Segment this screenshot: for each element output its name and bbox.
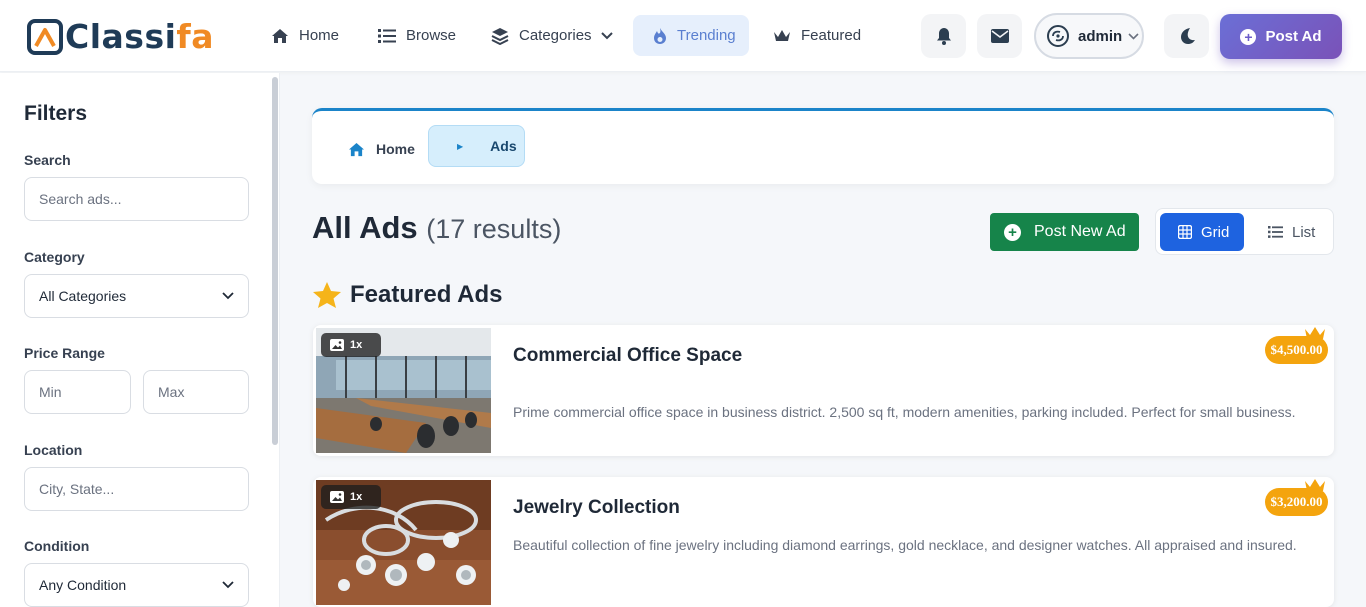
layers-icon [491, 27, 509, 45]
breadcrumb-home-label: Home [376, 141, 415, 157]
ad-description: Prime commercial office space in busines… [513, 404, 1296, 420]
category-value: All Categories [39, 288, 127, 304]
price-min-input[interactable]: Min [24, 370, 131, 414]
view-toggle: Grid List [1155, 208, 1334, 255]
home-icon [349, 142, 364, 156]
nav-featured-label: Featured [801, 27, 862, 44]
chevron-down-icon [222, 292, 234, 300]
list-icon [378, 28, 396, 43]
search-input[interactable]: Search ads... [24, 177, 249, 221]
price-range-label: Price Range [24, 345, 105, 361]
user-menu-button[interactable]: admin [1034, 13, 1144, 59]
post-new-ad-button[interactable]: + Post New Ad [990, 213, 1139, 251]
condition-select[interactable]: Any Condition [24, 563, 249, 607]
ad-description: Beautiful collection of fine jewelry inc… [513, 537, 1297, 553]
nav-categories[interactable]: Categories [491, 15, 613, 56]
location-input[interactable]: City, State... [24, 467, 249, 511]
logo-text: Classifa [65, 17, 215, 56]
grid-view-label: Grid [1201, 223, 1230, 241]
nav-categories-label: Categories [519, 27, 592, 44]
search-label: Search [24, 152, 71, 168]
location-label: Location [24, 442, 83, 458]
crown-icon [774, 29, 790, 41]
featured-ads-title: Featured Ads [350, 281, 503, 308]
home-icon [272, 28, 288, 43]
page-title-text: All Ads [312, 210, 418, 245]
nav-browse[interactable]: Browse [378, 15, 456, 56]
ad-title[interactable]: Commercial Office Space [513, 345, 742, 367]
chevron-down-icon [600, 31, 613, 39]
search-placeholder: Search ads... [39, 191, 122, 207]
list-view-button[interactable]: List [1268, 213, 1315, 251]
list-view-label: List [1292, 223, 1316, 241]
envelope-icon [990, 29, 1009, 43]
ad-card[interactable]: 1x Commercial Office Space Prime commerc… [313, 325, 1334, 456]
image-count-badge: 1x [321, 485, 381, 509]
nav-browse-label: Browse [406, 27, 457, 44]
username-label: admin [1078, 27, 1123, 45]
post-new-ad-label: Post New Ad [1034, 223, 1126, 240]
price-badge: $3,200.00 [1265, 488, 1328, 516]
grid-icon [1178, 225, 1192, 239]
condition-label: Condition [24, 538, 90, 554]
results-count: (17 results) [426, 214, 562, 244]
notifications-button[interactable] [921, 14, 966, 58]
category-select[interactable]: All Categories [24, 274, 249, 318]
dark-mode-toggle[interactable] [1164, 14, 1209, 58]
nav-trending-label: Trending [677, 27, 736, 44]
nav-trending[interactable]: Trending [633, 15, 749, 56]
sidebar-scrollbar[interactable] [272, 77, 278, 445]
post-ad-label: Post Ad [1265, 28, 1322, 45]
user-avatar-icon [1052, 30, 1064, 42]
bell-icon [936, 28, 951, 45]
breadcrumb-home[interactable]: Home [348, 129, 415, 169]
star-icon [313, 282, 341, 308]
page-title: All Ads (17 results) [312, 210, 561, 246]
image-count: 1x [350, 339, 363, 351]
caret-right-icon: ▶ [457, 141, 464, 151]
logo-mark-icon [27, 19, 63, 55]
price-min-placeholder: Min [39, 384, 62, 400]
grid-view-button[interactable]: Grid [1160, 213, 1244, 251]
category-label: Category [24, 249, 85, 265]
nav-featured[interactable]: Featured [773, 15, 861, 56]
nav-home-label: Home [299, 27, 340, 44]
image-count-badge: 1x [321, 333, 381, 357]
breadcrumb-current-label: Ads [490, 138, 517, 154]
chevron-down-icon [222, 581, 234, 589]
featured-ads-heading: Featured Ads [312, 278, 502, 312]
images-icon [330, 339, 344, 351]
avatar [1047, 25, 1069, 47]
top-navbar: Classifa Home Browse Categories Trending… [0, 0, 1366, 72]
image-count: 1x [350, 491, 363, 503]
price-max-placeholder: Max [158, 384, 185, 400]
images-icon [330, 491, 344, 503]
site-logo[interactable]: Classifa [27, 17, 214, 57]
price-badge: $4,500.00 [1265, 336, 1328, 364]
filters-sidebar: Filters Search Search ads... Category Al… [0, 73, 280, 607]
breadcrumb: Home ▶ Ads [312, 108, 1334, 184]
messages-button[interactable] [977, 14, 1022, 58]
ad-title[interactable]: Jewelry Collection [513, 497, 680, 519]
filters-title: Filters [24, 102, 88, 125]
ad-card[interactable]: 1x Jewelry Collection Beautiful collecti… [313, 477, 1334, 607]
breadcrumb-current: ▶ Ads [428, 125, 525, 167]
nav-home[interactable]: Home [271, 15, 339, 56]
plus-circle-icon: + [1004, 223, 1021, 241]
list-icon [1268, 226, 1283, 238]
price-max-input[interactable]: Max [143, 370, 249, 414]
chevron-down-icon [1128, 32, 1139, 40]
condition-value: Any Condition [39, 577, 127, 593]
post-ad-button[interactable]: + Post Ad [1220, 14, 1342, 59]
location-placeholder: City, State... [39, 481, 115, 497]
moon-icon [1180, 28, 1195, 44]
fire-icon [654, 27, 666, 44]
plus-circle-icon: + [1240, 28, 1257, 45]
